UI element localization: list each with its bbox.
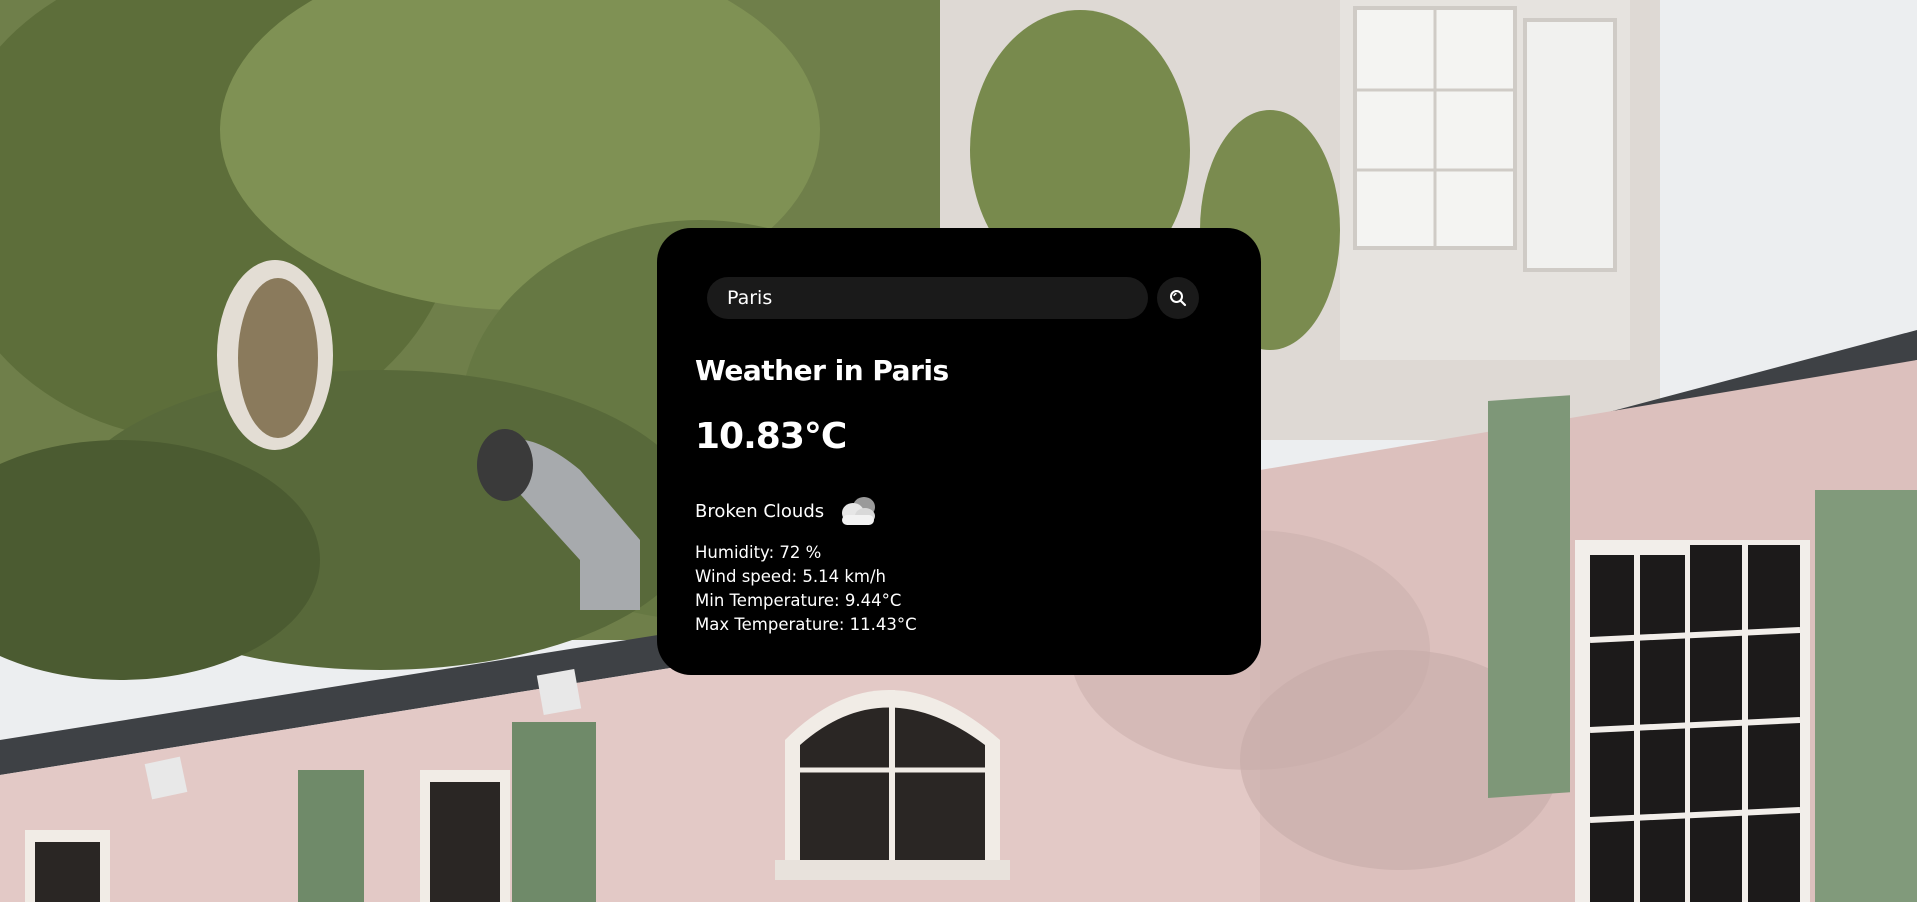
wind-speed-text: Wind speed: 5.14 km/h [695, 567, 886, 586]
search-button[interactable] [1157, 277, 1199, 319]
search-icon [1170, 290, 1187, 307]
humidity-text: Humidity: 72 % [695, 543, 822, 562]
min-temperature-text: Min Temperature: 9.44°C [695, 591, 902, 610]
city-title: Weather in Paris [695, 354, 949, 387]
weather-details: Humidity: 72 % Wind speed: 5.14 km/h Min… [695, 541, 917, 637]
search-bar [707, 277, 1199, 319]
temperature-value: 10.83°C [695, 416, 847, 457]
search-input[interactable] [707, 277, 1148, 319]
weather-card: Weather in Paris 10.83°C Broken Clouds H… [657, 228, 1261, 675]
condition-row: Broken Clouds [695, 494, 880, 528]
weather-description: Broken Clouds [695, 500, 825, 522]
cloud-icon [842, 497, 876, 525]
max-temperature-text: Max Temperature: 11.43°C [695, 615, 917, 634]
